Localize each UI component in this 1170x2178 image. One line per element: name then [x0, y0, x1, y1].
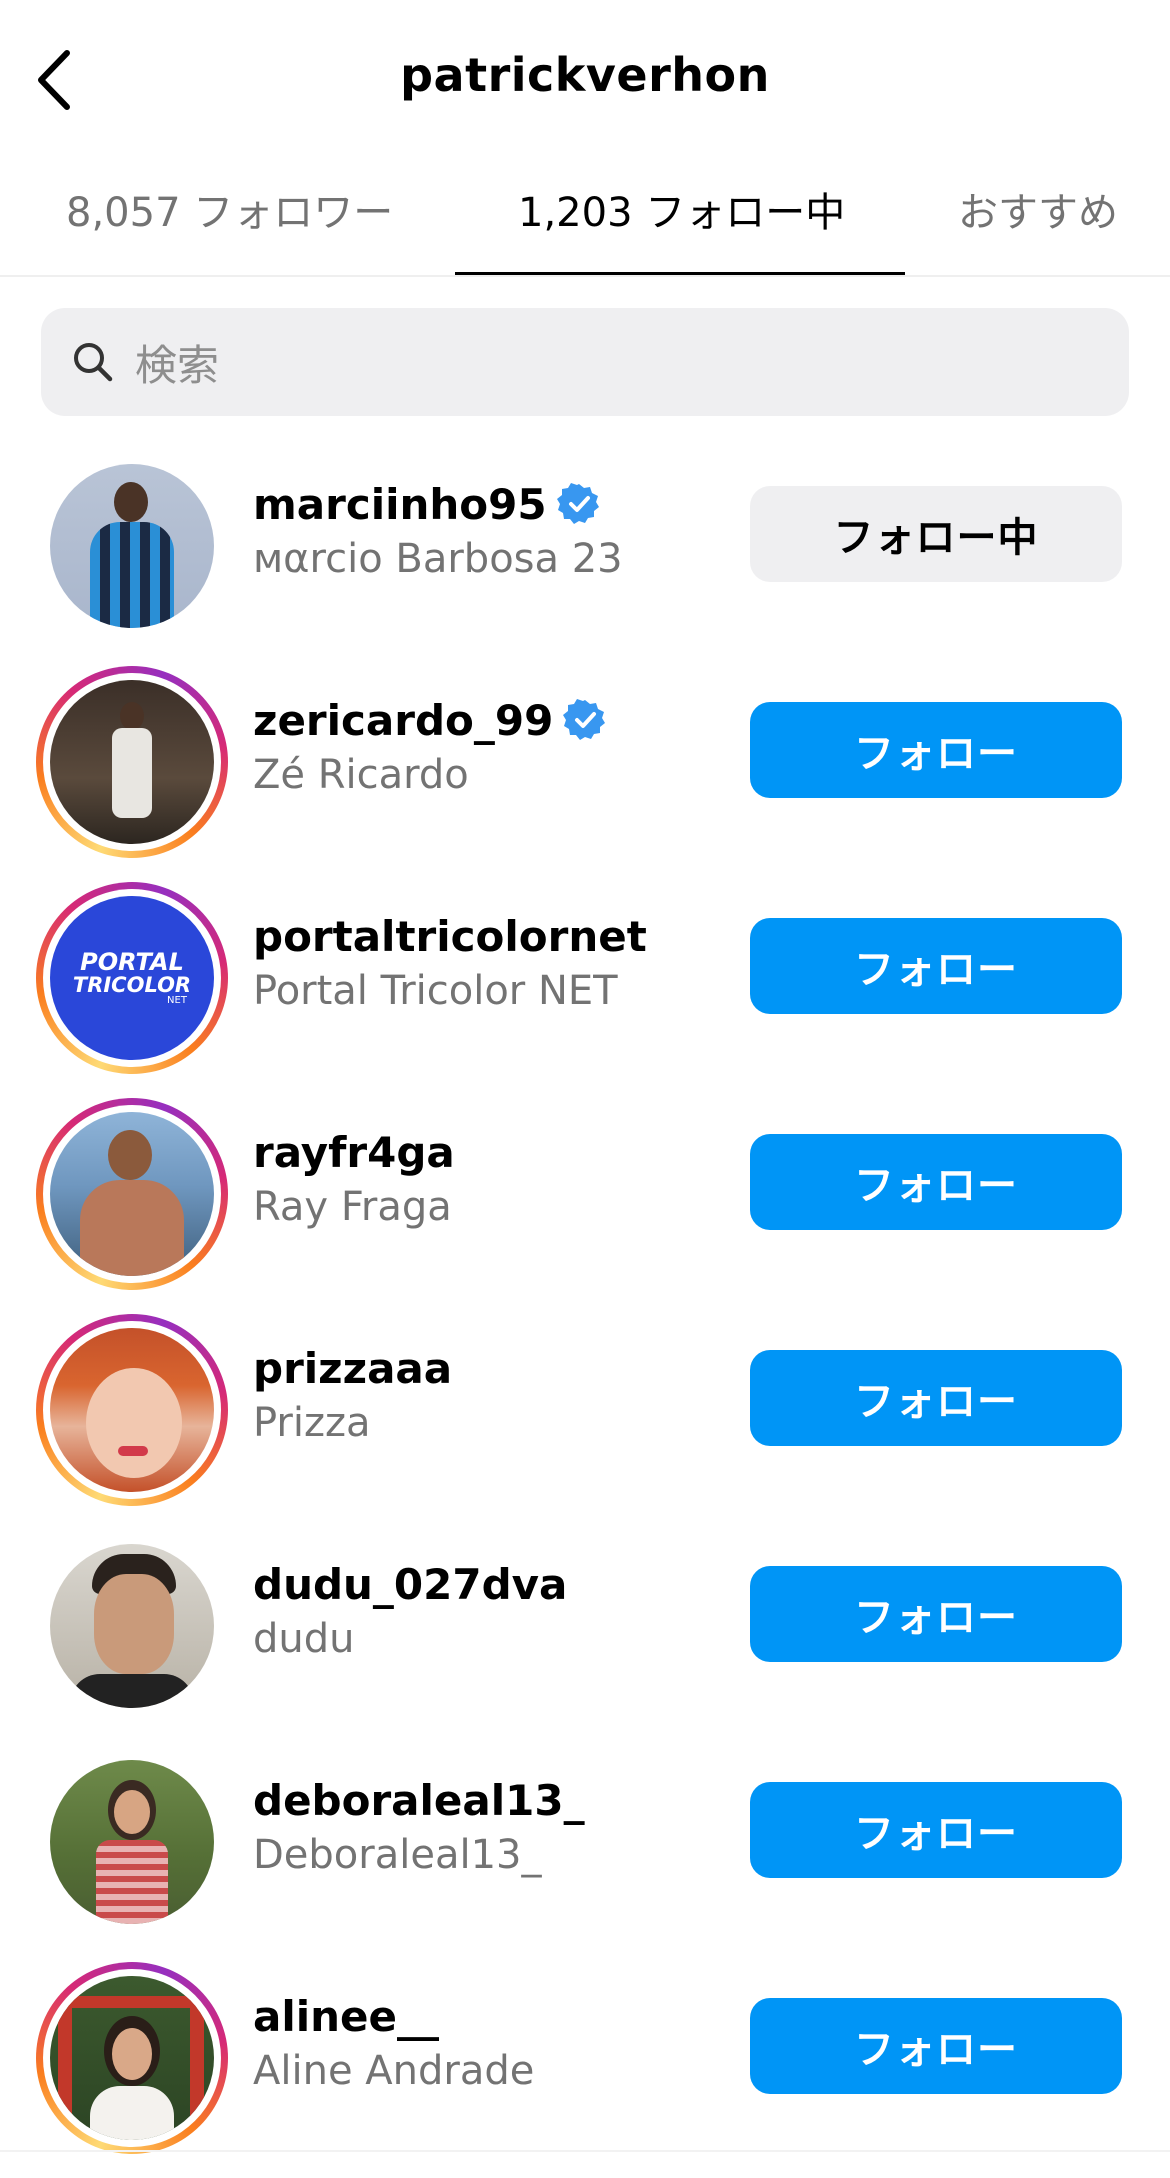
- full-name: dudu: [253, 1616, 355, 1662]
- list-item[interactable]: rayfr4ga Ray Fraga フォロー: [0, 1098, 1170, 1314]
- avatar-photo: [50, 1544, 214, 1708]
- username[interactable]: deboraleal13_: [253, 1776, 585, 1825]
- avatar-photo: [50, 1112, 214, 1276]
- search-icon: [71, 340, 115, 384]
- list-item[interactable]: alinee__ Aline Andrade フォロー: [0, 1962, 1170, 2178]
- username[interactable]: prizzaaa: [253, 1344, 452, 1393]
- username[interactable]: dudu_027dva: [253, 1560, 567, 1609]
- top-bar: patrickverhon: [0, 0, 1170, 150]
- username[interactable]: marciinho95: [253, 480, 547, 529]
- search-input[interactable]: 検索: [41, 308, 1129, 416]
- list-item[interactable]: zericardo_99 Zé Ricardo フォロー: [0, 666, 1170, 882]
- username[interactable]: zericardo_99: [253, 696, 553, 745]
- tab-suggested[interactable]: おすすめ: [958, 180, 1118, 238]
- avatar-photo: [50, 1976, 214, 2140]
- follow-button[interactable]: フォロー: [750, 918, 1122, 1014]
- list-item[interactable]: deboraleal13_ Deboraleal13_ フォロー: [0, 1746, 1170, 1962]
- avatar[interactable]: [36, 1098, 228, 1290]
- full-name: Deboraleal13_: [253, 1832, 542, 1878]
- avatar-photo: [50, 464, 214, 628]
- avatar[interactable]: [36, 1314, 228, 1506]
- list-item[interactable]: dudu_027dva dudu フォロー: [0, 1530, 1170, 1746]
- logo-suffix: NET: [167, 995, 187, 1006]
- tab-bar: 8,057 フォロワー 1,203 フォロー中 おすすめ: [0, 160, 1170, 277]
- tab-following[interactable]: 1,203 フォロー中: [518, 180, 845, 238]
- full-name: Portal Tricolor NET: [253, 968, 618, 1014]
- divider: [0, 2150, 1170, 2152]
- avatar[interactable]: [36, 1530, 228, 1722]
- avatar-photo: [50, 680, 214, 844]
- following-button[interactable]: フォロー中: [750, 486, 1122, 582]
- active-tab-indicator: [455, 272, 905, 275]
- follow-button[interactable]: フォロー: [750, 1566, 1122, 1662]
- verified-badge-icon: [556, 482, 601, 526]
- list-item[interactable]: marciinho95 ᴍαrcio Barbosa 23 フォロー中: [0, 450, 1170, 666]
- follow-button[interactable]: フォロー: [750, 1998, 1122, 2094]
- full-name: ᴍαrcio Barbosa 23: [253, 536, 623, 582]
- avatar[interactable]: PORTAL TRICOLOR NET: [36, 882, 228, 1074]
- avatar-photo: [50, 1328, 214, 1492]
- page-title: patrickverhon: [400, 48, 770, 102]
- full-name: Prizza: [253, 1400, 371, 1446]
- follow-button[interactable]: フォロー: [750, 1782, 1122, 1878]
- follow-button[interactable]: フォロー: [750, 1350, 1122, 1446]
- logo-line-1: PORTAL: [80, 948, 184, 976]
- avatar[interactable]: [36, 450, 228, 642]
- list-item[interactable]: PORTAL TRICOLOR NET portaltricolornet Po…: [0, 882, 1170, 1098]
- username[interactable]: rayfr4ga: [253, 1128, 455, 1177]
- follow-button[interactable]: フォロー: [750, 1134, 1122, 1230]
- full-name: Aline Andrade: [253, 2048, 535, 2094]
- username[interactable]: portaltricolornet: [253, 912, 647, 961]
- full-name: Zé Ricardo: [253, 752, 469, 798]
- search-placeholder: 検索: [135, 340, 220, 390]
- verified-badge-icon: [563, 698, 607, 742]
- logo-line-2: TRICOLOR: [72, 973, 192, 997]
- avatar-photo: [50, 1760, 214, 1924]
- list-item[interactable]: prizzaaa Prizza フォロー: [0, 1314, 1170, 1530]
- username[interactable]: alinee__: [253, 1992, 439, 2041]
- full-name: Ray Fraga: [253, 1184, 452, 1230]
- follow-button[interactable]: フォロー: [750, 702, 1122, 798]
- avatar[interactable]: [36, 666, 228, 858]
- avatar[interactable]: [36, 1746, 228, 1938]
- tab-followers[interactable]: 8,057 フォロワー: [66, 180, 393, 238]
- avatar[interactable]: [36, 1962, 228, 2154]
- logo: PORTAL TRICOLOR NET: [50, 896, 214, 1060]
